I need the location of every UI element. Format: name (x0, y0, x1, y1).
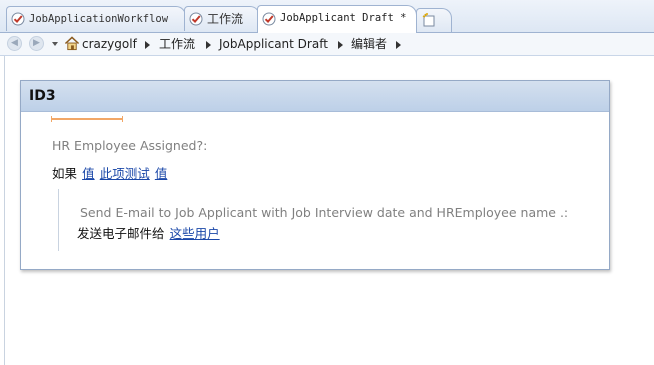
new-tab-button[interactable] (416, 8, 452, 32)
condition-label: HR Employee Assigned?: (52, 135, 207, 154)
workflow-check-icon (189, 12, 203, 26)
breadcrumb-bar: ◀ ▶ crazygolf 工作流 JobApplicant Draft 编辑者 (0, 33, 654, 56)
branch-indent-line (58, 189, 59, 251)
users-link[interactable]: 这些用户 (170, 226, 220, 241)
new-tab-icon (422, 13, 435, 27)
breadcrumb-jobapplicant-draft[interactable]: JobApplicant Draft (219, 36, 328, 52)
condition-rule: 如果 值 此项测试 值 (52, 163, 167, 182)
condition-label-text: HR Employee Assigned?: (52, 138, 208, 153)
home-icon[interactable] (64, 36, 80, 51)
breadcrumb-separator-icon (396, 41, 401, 49)
editor-tab-bar: JobApplicationWorkflow 工作流 JobApplicant … (0, 0, 654, 33)
back-button[interactable]: ◀ (7, 36, 22, 51)
if-word: 如果 (52, 166, 78, 181)
tab-label: 工作流 (207, 12, 244, 26)
arrow-left-icon: ◀ (11, 38, 18, 48)
workflow-check-icon (11, 12, 25, 26)
breadcrumb-workflow[interactable]: 工作流 (159, 36, 195, 52)
connector-marker (51, 116, 123, 122)
breadcrumb-editor[interactable]: 编辑者 (351, 36, 387, 52)
tab-workflow[interactable]: 工作流 (184, 6, 260, 31)
tab-jobapplicant-draft[interactable]: JobApplicant Draft * (257, 5, 417, 33)
condition-panel: ID3 HR Employee Assigned?: 如果 值 此项测试 值 S… (20, 80, 610, 270)
panel-title: ID3 (21, 81, 609, 112)
value-link-right[interactable]: 值 (155, 166, 168, 181)
action-label-text: Send E-mail to Job Applicant with Job In… (80, 205, 569, 220)
action-text: 发送电子邮件给 (77, 226, 165, 241)
value-link-left[interactable]: 值 (82, 166, 95, 181)
tab-label: JobApplicant Draft * (280, 12, 407, 24)
breadcrumb-separator-icon (206, 41, 211, 49)
tab-jobapplicationworkflow[interactable]: JobApplicationWorkflow (6, 6, 186, 31)
history-dropdown[interactable] (52, 42, 58, 46)
editor-left-border (4, 56, 5, 365)
arrow-right-icon: ▶ (33, 38, 40, 48)
tab-label: JobApplicationWorkflow (29, 13, 169, 25)
forward-button[interactable]: ▶ (29, 36, 44, 51)
workflow-check-icon (262, 12, 276, 26)
breadcrumb-separator-icon (145, 41, 150, 49)
breadcrumb-separator-icon (338, 41, 343, 49)
action-label: Send E-mail to Job Applicant with Job In… (80, 202, 568, 221)
action-rule: 发送电子邮件给 这些用户 (77, 223, 220, 242)
breadcrumb-crazygolf[interactable]: crazygolf (82, 36, 137, 52)
test-link[interactable]: 此项测试 (100, 166, 150, 181)
